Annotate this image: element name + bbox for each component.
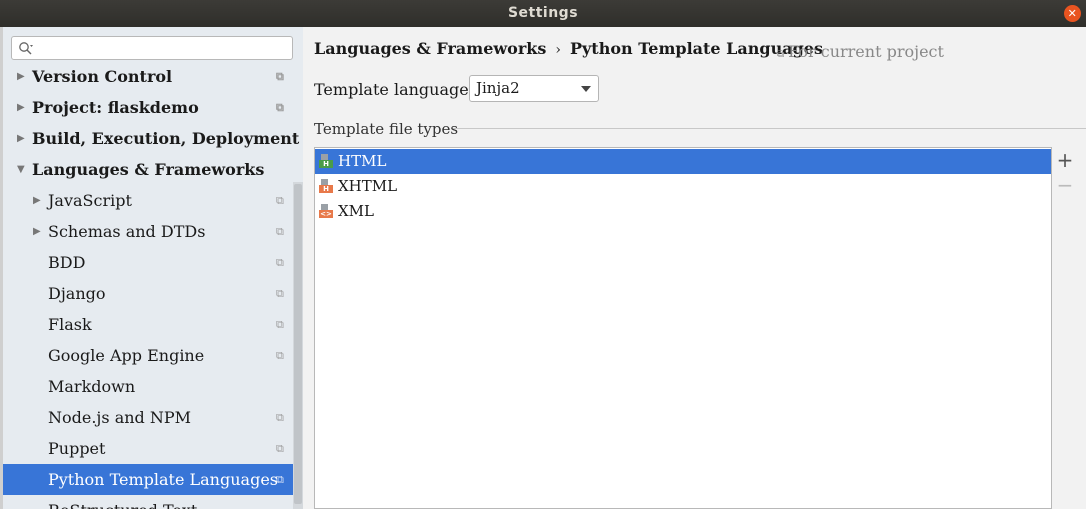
sidebar-item[interactable]: Node.js and NPM ⧉ (3, 402, 303, 433)
file-type-icon: <> (319, 204, 333, 218)
breadcrumb: Languages & Frameworks › Python Template L… (314, 39, 823, 58)
sidebar-item-label: Puppet (48, 439, 106, 458)
search-input[interactable] (11, 36, 293, 60)
sidebar-item-label: Google App Engine (48, 346, 205, 365)
project-scope-icon: ⧉ (276, 256, 284, 269)
sidebar-item[interactable]: ▼ Languages & Frameworks (3, 154, 303, 185)
settings-sidebar: ▶ Version Control ⧉ ▶ Project: flaskdemo ⧉ ▶ Bu… (3, 27, 303, 509)
remove-button[interactable]: − (1055, 175, 1075, 195)
project-scope-icon: ⧉ (276, 411, 284, 424)
close-icon[interactable]: ✕ (1064, 5, 1081, 22)
sidebar-item-label: BDD (48, 253, 86, 272)
template-language-value: Jinja2 (476, 79, 520, 97)
add-button[interactable]: + (1055, 150, 1075, 170)
file-type-row[interactable]: H XHTML (315, 174, 1051, 199)
sidebar-item-label: Languages & Frameworks (32, 160, 265, 179)
file-badge-icon: H (319, 185, 333, 193)
file-type-label: HTML (338, 152, 387, 170)
window-title: Settings (507, 5, 579, 21)
search-icon (19, 42, 33, 55)
breadcrumb-separator: › (555, 42, 561, 58)
sidebar-item-label: Node.js and NPM (48, 408, 192, 427)
sidebar-item-label: ReStructured Text (48, 495, 197, 509)
template-language-label: Template language: (314, 80, 475, 99)
sidebar-item[interactable]: BDD ⧉ (3, 247, 303, 278)
file-type-label: XHTML (338, 177, 398, 195)
sidebar-item[interactable]: Markdown (3, 371, 303, 402)
sidebar-item-label: Flask (48, 315, 92, 334)
expand-right-icon[interactable]: ▶ (17, 92, 25, 123)
sidebar-item-label: Schemas and DTDs (48, 222, 206, 241)
project-scope-icon: ⧉ (777, 49, 785, 60)
project-scope-icon: ⧉ (276, 318, 284, 331)
sidebar-item[interactable]: Puppet ⧉ (3, 433, 303, 464)
settings-content: Languages & Frameworks › Python Template L… (303, 27, 1086, 509)
file-type-icon: H (319, 179, 333, 193)
sidebar-item-label: Version Control (32, 67, 173, 86)
project-scope-icon: ⧉ (276, 225, 284, 238)
file-badge-icon: <> (319, 210, 333, 218)
sidebar-item-label: Build, Execution, Deployment (32, 129, 300, 148)
project-scope-icon: ⧉ (276, 194, 284, 207)
sidebar-item-label: Python Template Languages (48, 470, 278, 489)
expand-down-icon[interactable]: ▼ (17, 154, 25, 185)
expand-right-icon[interactable]: ▶ (33, 216, 41, 247)
project-scope-icon: ⧉ (276, 442, 284, 455)
sidebar-item-label: Django (48, 284, 106, 303)
sidebar-item[interactable]: Python Template Languages ⧉ (3, 464, 303, 495)
expand-right-icon[interactable]: ▶ (17, 61, 25, 92)
sidebar-item[interactable]: Google App Engine ⧉ (3, 340, 303, 371)
template-language-select[interactable]: Jinja2 (469, 75, 599, 102)
sidebar-item[interactable]: ReStructured Text (3, 495, 303, 509)
sidebar-item[interactable]: ▶ Schemas and DTDs ⧉ (3, 216, 303, 247)
sidebar-item[interactable]: ▶ Project: flaskdemo ⧉ (3, 92, 303, 123)
file-type-row[interactable]: <> XML (315, 199, 1051, 224)
scope-note: ⧉ For current project (777, 42, 944, 61)
sidebar-item[interactable]: ▶ JavaScript ⧉ (3, 185, 303, 216)
project-scope-icon: ⧉ (276, 70, 284, 83)
sidebar-item-label: JavaScript (48, 191, 132, 210)
sidebar-scroll-thumb[interactable] (294, 184, 302, 504)
project-scope-icon: ⧉ (276, 473, 284, 486)
file-type-row[interactable]: H HTML (315, 149, 1051, 174)
sidebar-item[interactable]: Flask ⧉ (3, 309, 303, 340)
project-scope-icon: ⧉ (276, 349, 284, 362)
chevron-down-icon (581, 86, 591, 92)
sidebar-item[interactable]: ▶ Build, Execution, Deployment (3, 123, 303, 154)
expand-right-icon[interactable]: ▶ (17, 123, 25, 154)
project-scope-icon: ⧉ (276, 101, 284, 114)
breadcrumb-parent[interactable]: Languages & Frameworks (314, 39, 546, 58)
file-badge-icon: H (319, 160, 333, 168)
file-type-label: XML (338, 202, 374, 220)
file-type-icon: H (319, 154, 333, 168)
expand-right-icon[interactable]: ▶ (33, 185, 41, 216)
sidebar-item-label: Markdown (48, 377, 136, 396)
section-divider (453, 128, 1086, 129)
title-bar: Settings ✕ (0, 0, 1086, 27)
sidebar-item[interactable]: Django ⧉ (3, 278, 303, 309)
sidebar-item[interactable]: ▶ Version Control ⧉ (3, 61, 303, 92)
file-types-title: Template file types (314, 120, 459, 138)
sidebar-item-label: Project: flaskdemo (32, 98, 199, 117)
scope-note-label: For current project (788, 42, 944, 61)
file-types-list[interactable]: H HTML H XHTML <> XML (314, 147, 1052, 509)
project-scope-icon: ⧉ (276, 287, 284, 300)
